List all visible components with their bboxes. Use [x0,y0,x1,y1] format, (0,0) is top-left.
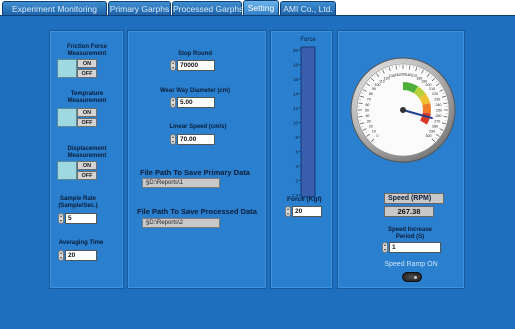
gauge-tick-label: 30 [367,120,371,124]
gauge-tick-label: 260 [436,114,442,118]
displacement-indicator [57,161,77,180]
force-tick-label: 4 [295,164,298,169]
gauge-tick-label: 240 [436,103,442,107]
tab-processed-graphs[interactable]: Processed Garphs [172,1,243,16]
gauge-tick-label: 100 [375,83,381,87]
friction-label: Friction Force Measurement [66,44,107,57]
temperature-label: Temprature Measurement [67,91,107,104]
displacement-on-button[interactable]: ON [77,161,97,170]
friction-indicator [57,59,77,78]
force-input[interactable]: 20 [292,206,322,217]
gauge-tick-label: 50 [365,108,369,112]
sample-rate-input[interactable]: 5 [65,213,97,224]
tab-bar: Experiment Monitoring Primary Garphs Pro… [0,0,515,16]
processed-path-label: File Path To Save Processed Data [137,207,257,216]
gauge-tick-label: 280 [432,125,438,129]
wear-way-label: Wear Way Diameter (cm) [159,88,231,94]
friction-off-button[interactable]: OFF [77,69,97,78]
gauge-tick-label: 10 [372,130,376,134]
linear-speed-spinner[interactable] [170,134,176,145]
force-tick-label: 12 [293,106,299,111]
speed-ramp-button[interactable] [402,272,422,282]
speed-increase-label: Speed Increase Period (S) [387,227,433,240]
gauge-tick-label: 90 [372,87,376,91]
primary-path-input[interactable]: §D:\Reports\1 [142,178,220,188]
stop-round-input[interactable]: 70000 [177,60,215,71]
force-tick-label: 20 [293,48,299,53]
speed-increase-spinner[interactable] [382,242,388,253]
gauge-tick-label: 270 [434,120,440,124]
force-tick-label: 2 [295,179,298,184]
stop-round-spinner[interactable] [170,60,176,71]
sample-rate-label: Sample Rate (Sample/Sec.) [58,196,98,209]
gauge-tick-label: 230 [434,97,440,101]
gauge-tick-label: 80 [369,92,373,96]
temperature-on-button[interactable]: ON [77,108,97,117]
tab-ami[interactable]: AMI Co., Ltd. [280,1,336,16]
force-tick-label: 14 [293,92,299,97]
speed-increase-control[interactable]: 1 [382,242,442,253]
gauge-tick-label: 0 [377,134,379,138]
force-tick-label: 8 [295,135,298,140]
primary-path-label: File Path To Save Primary Data [140,168,250,177]
force-gauge: Force 20181614121086421.3 [292,37,317,198]
speed-ramp-label: Speed Ramp ON [384,261,438,268]
friction-on-button[interactable]: ON [77,59,97,68]
force-title: Force [300,37,316,43]
gauge-tick-label: 220 [432,92,438,96]
force-tick-label: 10 [293,121,299,126]
linear-speed-control[interactable]: 70.00 [170,134,216,145]
wear-way-input[interactable]: 5.00 [177,97,215,108]
sample-rate-control[interactable]: 5 [58,213,98,224]
linear-speed-input[interactable]: 70.00 [177,134,215,145]
stop-round-control[interactable]: 70000 [170,60,216,71]
settings-tab-content: Friction Force Measurement ON OFF Tempra… [0,15,515,329]
force-label: Force (Kgf) [287,196,322,203]
force-spinner[interactable] [285,206,291,217]
gauge-tick-label: 70 [367,97,371,101]
linear-speed-label: Linear Speed (cm/s) [169,124,227,130]
gauge-tick-label: 20 [369,125,373,129]
gauge-tick-label: 250 [436,108,442,112]
screen: Experiment Monitoring Primary Garphs Pro… [0,0,515,329]
wear-way-control[interactable]: 5.00 [170,97,216,108]
gauge-tick-label: 210 [429,87,435,91]
force-control[interactable]: 20 [285,206,323,217]
wear-way-spinner[interactable] [170,97,176,108]
averaging-label: Averaging Time [58,240,104,246]
force-tick-label: 18 [293,63,299,68]
gauge-tick-label: 300 [425,134,431,138]
temperature-toggle[interactable]: ON OFF [57,108,97,127]
speed-increase-input[interactable]: 1 [389,242,441,253]
tab-experiment-monitoring[interactable]: Experiment Monitoring [2,1,107,16]
temperature-off-button[interactable]: OFF [77,118,97,127]
stop-round-label: Stop Round [178,51,212,57]
tab-primary-graphs[interactable]: Primary Garphs [108,1,171,16]
processed-path-input[interactable]: §D:\Reports\2 [142,218,220,228]
tab-setting[interactable]: Setting [243,0,279,16]
force-bar-fill [302,48,314,196]
gauge-tick-label: 40 [365,114,369,118]
averaging-input[interactable]: 20 [65,250,97,261]
force-tick-label: 16 [293,77,299,82]
displacement-toggle[interactable]: ON OFF [57,161,97,180]
sample-rate-spinner[interactable] [58,213,64,224]
gauge-hub [400,107,406,113]
gauge-tick-label: 60 [365,103,369,107]
speed-readout-value: 267.38 [384,206,434,217]
speed-readout-label: Speed (RPM) [384,193,444,204]
speed-gauge: 0102030405060708090100110120130 140 150 160… [350,57,456,163]
displacement-off-button[interactable]: OFF [77,171,97,180]
force-scale: 20181614121086421.3 [292,48,301,198]
force-tick-label: 6 [295,150,298,155]
averaging-control[interactable]: 20 [58,250,98,261]
friction-toggle[interactable]: ON OFF [57,59,97,78]
displacement-label: Displacement Measurement [67,146,107,159]
averaging-spinner[interactable] [58,250,64,261]
temperature-indicator [57,108,77,127]
